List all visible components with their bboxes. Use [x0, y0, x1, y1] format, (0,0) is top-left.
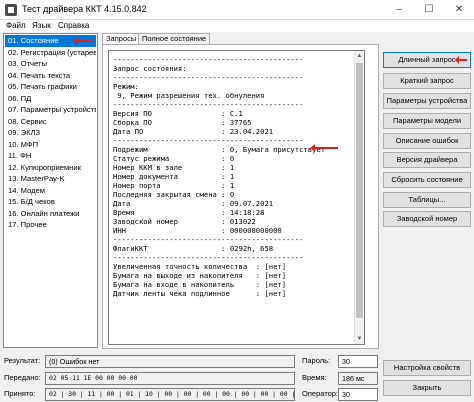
sidebar-item-other[interactable]: 17. Прочее	[5, 219, 96, 231]
arrow-left-icon	[310, 144, 338, 152]
device-params-button[interactable]: Параметры устройства	[383, 93, 471, 109]
driver-version-button[interactable]: Версия драйвера	[383, 152, 471, 168]
report-line: Статус режима : 0	[113, 154, 235, 163]
report-line: ----------------------------------------…	[113, 100, 304, 109]
tab-strip: Запросы Полное состояние	[102, 33, 379, 45]
window-title: Тест драйвера ККТ 4.15.0.842	[22, 4, 147, 14]
report-line: Заводской номер : 013022	[113, 217, 256, 226]
sidebar-item-device-params[interactable]: 07. Параметры устройства	[5, 104, 96, 116]
report-line: Дата : 09.07.2021	[113, 199, 274, 208]
long-request-label: Длинный запрос	[398, 55, 456, 64]
maximize-button[interactable]: ☐	[414, 0, 444, 20]
close-dialog-button[interactable]: Закрыть	[383, 380, 471, 396]
sidebar-item-registration[interactable]: 02. Регистрация (устаревш)	[5, 47, 96, 59]
sidebar-item-label: 01. Состояние	[8, 36, 59, 45]
tab-panel: ----------------------------------------…	[102, 44, 379, 349]
report-output[interactable]: ----------------------------------------…	[108, 50, 365, 345]
sidebar-item-modem[interactable]: 14. Модем	[5, 185, 96, 197]
arrow-left-icon	[455, 56, 467, 64]
menu-help[interactable]: Справка	[55, 20, 92, 32]
password-label: Пароль:	[302, 356, 331, 365]
model-params-button[interactable]: Параметры модели	[383, 113, 471, 129]
reset-state-button[interactable]: Сбросить состояние	[383, 172, 471, 188]
scrollbar-thumb[interactable]	[356, 63, 363, 318]
short-request-button[interactable]: Краткий запрос	[383, 73, 471, 89]
report-line: Режим:	[113, 82, 139, 91]
app-icon	[5, 4, 17, 16]
time-label: Время:	[302, 373, 327, 382]
operator-input[interactable]: 30	[338, 388, 378, 401]
sidebar-item-print-text[interactable]: 04. Печать текста	[5, 70, 96, 82]
title-bar: Тест драйвера ККТ 4.15.0.842 – ☐ ✕	[0, 0, 474, 20]
report-line: Бумага на выходе из накопителя : [нет]	[113, 271, 287, 280]
sidebar-item-mfp[interactable]: 10. МФП	[5, 139, 96, 151]
report-line: 9, Режим разрешения тех. обнуления	[113, 91, 265, 100]
report-line: ФлагиККТ : 0292h, 658	[113, 244, 274, 253]
report-line: Запрос состояния:	[113, 64, 187, 73]
menu-language[interactable]: Язык	[29, 20, 54, 32]
section-list[interactable]: 01. Состояние 02. Регистрация (устаревш)…	[3, 33, 98, 348]
report-line: ----------------------------------------…	[113, 253, 304, 262]
report-line: Последняя закрытая смена : 0	[113, 190, 235, 199]
sidebar-item-reports[interactable]: 03. Отчеты	[5, 58, 96, 70]
operator-label: Оператор:	[302, 389, 339, 398]
sidebar-item-print-graphics[interactable]: 05. Печать графики	[5, 81, 96, 93]
sidebar-item-bill-acceptor[interactable]: 12. Купюроприемник	[5, 162, 96, 174]
sent-label: Передано:	[4, 373, 41, 382]
vertical-scrollbar[interactable]: ▲ ▼	[354, 51, 364, 344]
report-line: Номер порта : 1	[113, 181, 235, 190]
report-line: Сборка ПО : 37765	[113, 118, 252, 127]
time-field: 186 мс	[338, 372, 378, 385]
close-button[interactable]: ✕	[444, 0, 474, 20]
report-line: ----------------------------------------…	[113, 55, 304, 64]
report-line: Номер ККМ в зале : 1	[113, 163, 235, 172]
sent-field: 02 05 11 1E 00 00 00 00	[45, 372, 295, 385]
sidebar-item-service[interactable]: 08. Сервис	[5, 116, 96, 128]
report-line: ----------------------------------------…	[113, 235, 304, 244]
arrow-left-icon	[73, 37, 91, 45]
serial-number-button[interactable]: Заводской номер	[383, 211, 471, 227]
report-line: Номер документа : 1	[113, 172, 235, 181]
long-request-button[interactable]: Длинный запрос	[383, 52, 471, 68]
password-input[interactable]: 30	[338, 355, 378, 368]
report-line: ----------------------------------------…	[113, 136, 304, 145]
tab-full-status[interactable]: Полное состояние	[138, 33, 211, 44]
sidebar-item-receipt-db[interactable]: 15. Б/Д чеков	[5, 196, 96, 208]
minimize-button[interactable]: –	[384, 0, 414, 20]
properties-button[interactable]: Настройка свойств	[383, 360, 471, 376]
sidebar-item-pd[interactable]: 06. ПД	[5, 93, 96, 105]
sidebar-item-status[interactable]: 01. Состояние	[5, 35, 96, 47]
report-line: Версия ПО : C.1	[113, 109, 243, 118]
report-line: Дата ПО : 23.04.2021	[113, 127, 274, 136]
result-label: Результат:	[4, 356, 41, 365]
sidebar-item-masterpay[interactable]: 13. MasterPay-K	[5, 173, 96, 185]
sidebar-item-online-payments[interactable]: 16. Онлайн платежи	[5, 208, 96, 220]
received-label: Принято:	[4, 389, 36, 398]
report-lines: ----------------------------------------…	[113, 55, 363, 298]
menu-file[interactable]: Файл	[3, 20, 29, 32]
report-line: ИНН : 000000000000	[113, 226, 282, 235]
report-line: Увеличенная точность количества : [нет]	[113, 262, 287, 271]
menu-bar: Файл Язык Справка	[0, 20, 474, 32]
error-descriptions-button[interactable]: Описание ошибок	[383, 133, 471, 149]
report-line: Бумага на входе в накопитель : [нет]	[113, 280, 287, 289]
sidebar-item-fn[interactable]: 11. ФН	[5, 150, 96, 162]
result-field: (0) Ошибок нет	[45, 355, 295, 368]
report-line: ----------------------------------------…	[113, 73, 304, 82]
scroll-down-icon[interactable]: ▼	[355, 334, 364, 344]
tables-button[interactable]: Таблицы...	[383, 192, 471, 208]
received-field: 02 | 30 | 11 | 00 | 01 | 10 | 00 | 00 | …	[45, 388, 295, 401]
sidebar-item-eklz[interactable]: 09. ЭКЛЗ	[5, 127, 96, 139]
report-line: Датчик ленты чека подлинное : [нет]	[113, 289, 287, 298]
scroll-up-icon[interactable]: ▲	[355, 51, 364, 61]
report-line: Время : 14:18:28	[113, 208, 265, 217]
